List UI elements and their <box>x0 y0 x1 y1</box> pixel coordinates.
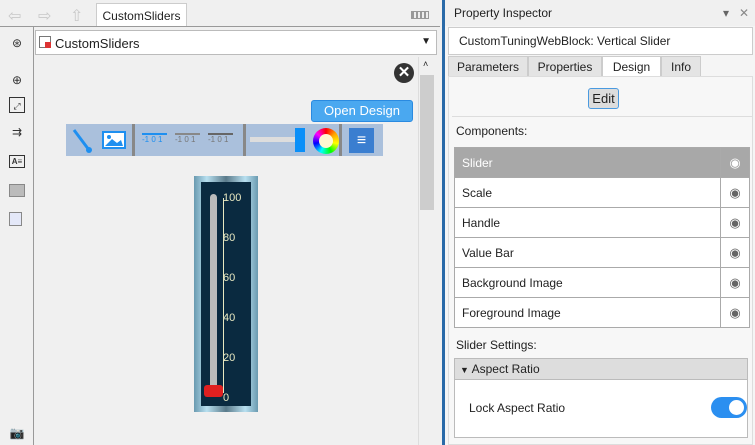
tick-label: 40 <box>223 312 236 324</box>
image-icon[interactable] <box>102 131 126 149</box>
component-row[interactable]: Slider ◉ <box>454 147 750 178</box>
component-row[interactable]: Background Image ◉ <box>454 267 750 298</box>
keyboard-icon[interactable] <box>411 11 429 19</box>
tab-design[interactable]: Design <box>602 56 661 77</box>
property-inspector: Property Inspector ▾ ✕ CustomTuningWebBl… <box>442 0 755 445</box>
tab-parameters[interactable]: Parameters <box>448 56 528 77</box>
inspector-header: Property Inspector ▾ ✕ <box>445 0 755 26</box>
collapse-arrow-icon: ▼ <box>460 365 469 375</box>
model-icon <box>39 36 51 48</box>
component-name: Foreground Image <box>454 297 721 328</box>
slider-background: 100 80 60 40 20 0 <box>201 182 251 406</box>
signal-route-icon[interactable]: ⇉ <box>9 124 25 140</box>
tick-label: 80 <box>223 232 236 244</box>
dropdown-arrow-icon[interactable]: ▼ <box>421 36 431 47</box>
scale-icon[interactable]: -1 0 1 <box>175 133 200 147</box>
tick-label: 100 <box>223 192 242 204</box>
hide-browser-icon[interactable]: ⊛ <box>9 35 25 51</box>
scrollbar-thumb[interactable] <box>420 75 434 210</box>
tooltip: Open Design Tab <box>311 100 413 138</box>
fit-view-icon[interactable]: ⤢ <box>9 97 25 113</box>
component-row[interactable]: Value Bar ◉ <box>454 237 750 268</box>
component-name: Handle <box>454 207 721 238</box>
components-table: Slider ◉ Scale ◉ Handle ◉ Value Bar ◉ Backgr… <box>454 147 750 328</box>
component-name: Value Bar <box>454 237 721 268</box>
area-icon[interactable] <box>9 212 22 226</box>
tab-properties[interactable]: Properties <box>528 56 602 77</box>
slider-track <box>210 194 217 392</box>
separator <box>132 124 135 156</box>
slider-handle[interactable] <box>204 385 223 397</box>
divider <box>452 116 752 117</box>
handle-icon[interactable] <box>295 128 305 152</box>
block-name: CustomTuningWebBlock: Vertical Slider <box>448 27 753 55</box>
tab-customsliders[interactable]: CustomSliders <box>96 3 187 27</box>
close-icon[interactable]: ✕ <box>394 63 414 83</box>
needle-icon[interactable] <box>72 128 94 154</box>
component-name: Background Image <box>454 267 721 298</box>
eye-icon[interactable]: ◉ <box>720 207 750 238</box>
components-label: Components: <box>456 124 528 138</box>
tick-label: 0 <box>223 392 230 404</box>
tick-label: 20 <box>223 352 236 364</box>
color-wheel-icon[interactable] <box>313 128 339 154</box>
value-bar-icon[interactable] <box>250 137 295 142</box>
left-toolbar: ⊛ ⊕ ⤢ ⇉ A≡ 📷 <box>0 27 34 445</box>
inspector-title: Property Inspector <box>454 6 553 20</box>
design-settings-icon[interactable]: ≡ <box>349 128 374 153</box>
component-row[interactable]: Handle ◉ <box>454 207 750 238</box>
lock-aspect-ratio-label: Lock Aspect Ratio <box>469 401 566 415</box>
camera-icon[interactable]: 📷 <box>9 425 25 441</box>
aspect-ratio-section: ▼ Aspect Ratio Lock Aspect Ratio <box>454 358 748 438</box>
scale-icon[interactable]: -1 0 1 <box>208 133 233 147</box>
annotation-icon[interactable]: A≡ <box>9 155 25 168</box>
component-name: Scale <box>454 177 721 208</box>
separator <box>339 124 342 156</box>
lock-aspect-ratio-toggle[interactable] <box>711 397 747 418</box>
back-icon[interactable]: ⇦ <box>8 6 21 26</box>
eye-icon[interactable]: ◉ <box>720 237 750 268</box>
component-row[interactable]: Foreground Image ◉ <box>454 297 750 328</box>
eye-icon[interactable]: ◉ <box>720 147 750 178</box>
scale-icon[interactable]: -1 0 1 <box>142 133 167 147</box>
component-name: Slider <box>454 147 721 178</box>
image-icon[interactable] <box>9 184 25 197</box>
vertical-slider-block[interactable]: 100 80 60 40 20 0 <box>194 176 258 412</box>
component-row[interactable]: Scale ◉ <box>454 177 750 208</box>
separator <box>243 124 246 156</box>
section-title: Aspect Ratio <box>471 362 540 376</box>
slider-settings-label: Slider Settings: <box>456 338 537 352</box>
up-icon[interactable]: ⇧ <box>70 6 83 26</box>
zoom-in-icon[interactable]: ⊕ <box>9 72 25 88</box>
eye-icon[interactable]: ◉ <box>720 177 750 208</box>
section-header[interactable]: ▼ Aspect Ratio <box>455 359 747 380</box>
divider <box>0 26 440 27</box>
tab-info[interactable]: Info <box>661 56 701 77</box>
action-bar: -1 0 1 -1 0 1 -1 0 1 ≡ <box>66 124 383 156</box>
edit-button[interactable]: Edit <box>588 88 619 109</box>
eye-icon[interactable]: ◉ <box>720 267 750 298</box>
model-path-combo[interactable]: CustomSliders ▼ <box>35 30 437 55</box>
close-icon[interactable]: ✕ <box>739 0 749 26</box>
eye-icon[interactable]: ◉ <box>720 297 750 328</box>
tick-label: 60 <box>223 272 236 284</box>
menu-icon[interactable]: ▾ <box>723 0 729 26</box>
model-path-text: CustomSliders <box>55 36 140 51</box>
forward-icon[interactable]: ⇨ <box>38 6 51 26</box>
